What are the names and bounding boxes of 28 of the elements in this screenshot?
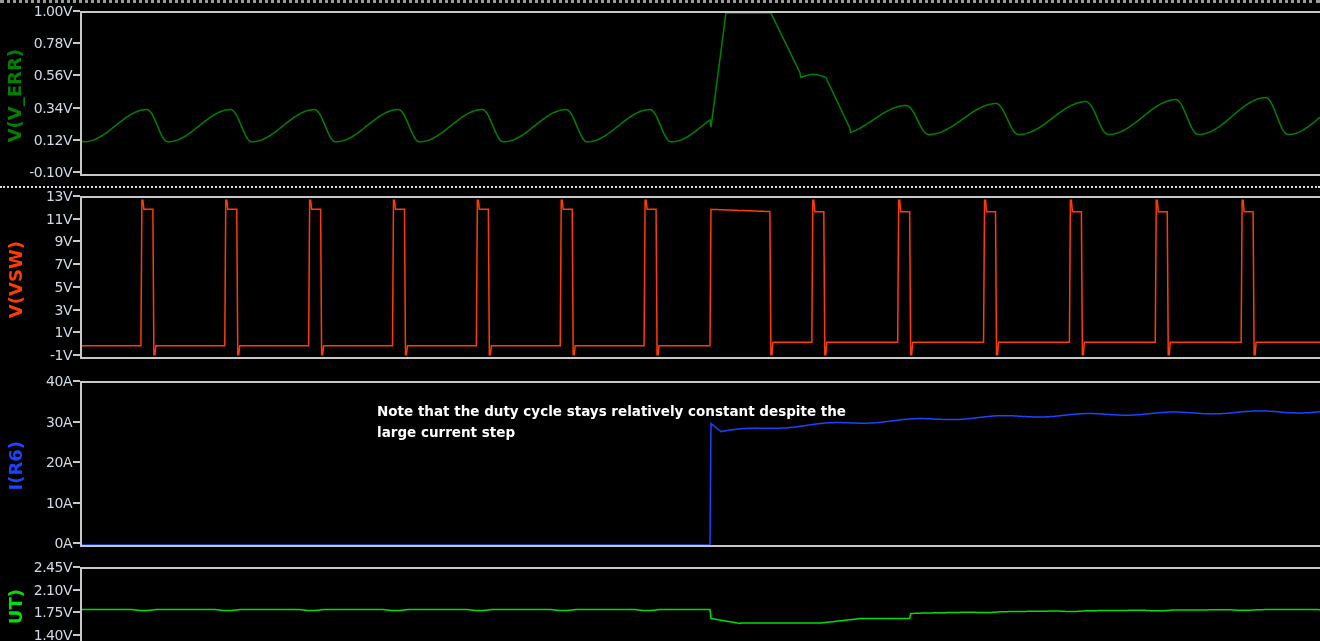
axis-tick-label: 7V	[54, 256, 72, 273]
axis-tick-label: 0.78V	[33, 35, 72, 52]
axis-tick-label: 1.00V	[33, 3, 72, 19]
axis-tick-label: 0.34V	[33, 99, 72, 116]
axis-tick-label: 10A	[46, 494, 72, 511]
axis-tick-label: 30A	[46, 413, 72, 430]
axis-tick-label: 1.75V	[33, 605, 72, 619]
axis-tick-label: -1V	[49, 346, 72, 363]
trace-label: V(V_ERR)	[4, 48, 26, 143]
annotation-text: Note that the duty cycle stays relatively constant despite the large current step	[377, 402, 847, 442]
axis-tick-label: 0.56V	[33, 67, 72, 84]
axis-tick-label: 5V	[54, 278, 72, 295]
axis-tick-label: 9V	[54, 233, 72, 250]
axis-tick-label: 1.40V	[33, 627, 72, 641]
axis-tick-label: 40A	[46, 373, 72, 389]
axis-tick-label: 0A	[54, 535, 72, 551]
trace-label: UT)	[4, 589, 26, 625]
axis-tick-label: 20A	[46, 454, 72, 470]
axis-tick-label: 0.12V	[33, 131, 72, 148]
axis-tick-label: 2.45V	[33, 560, 72, 574]
axis-tick-label: -0.10V	[29, 163, 72, 180]
axis-tick-label: 13V	[46, 188, 72, 204]
axis-tick-label: 1V	[54, 324, 72, 341]
axis-tick-label: 3V	[54, 301, 72, 318]
trace-label: V(VSW)	[4, 240, 26, 319]
axis-tick-label: 2.10V	[33, 582, 72, 597]
axis-tick-label: 11V	[46, 210, 72, 227]
trace-label: I(R6)	[4, 441, 26, 491]
